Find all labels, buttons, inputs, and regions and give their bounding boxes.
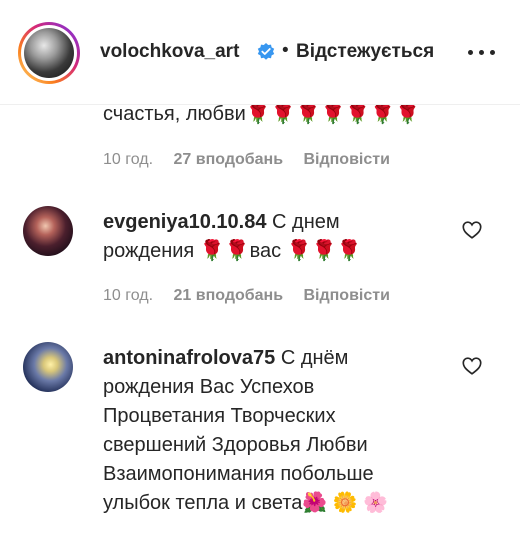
header-separator: • <box>282 40 289 61</box>
post-header: volochkova_art • Відстежується <box>0 0 520 105</box>
comment-2-time[interactable]: 10 год. <box>103 287 153 304</box>
comment-1-likes[interactable]: 27 вподобань <box>174 151 284 168</box>
comment-2-meta: 10 год. 21 вподобань Відповісти <box>103 287 406 305</box>
author-username[interactable]: volochkova_art <box>100 41 239 63</box>
follow-status-button[interactable]: Відстежується <box>296 41 434 63</box>
comment-2-text: evgeniya10.10.84 С днем рождения 🌹🌹вас 🌹… <box>103 208 361 266</box>
comment-3-avatar[interactable] <box>23 342 73 392</box>
comment-2-text-line1: С днем <box>272 211 340 233</box>
comment-3-text: antoninafrolova75 С днём рождения Вас Ус… <box>103 344 388 518</box>
comment-3-username[interactable]: antoninafrolova75 <box>103 347 275 369</box>
comment-3-text-line2: рождения Вас Успехов <box>103 376 315 398</box>
comment-3-text-line6: улыбок тепла и света🌺 🌼 🌸 <box>103 492 389 514</box>
author-avatar-image <box>24 28 74 78</box>
comment-3-text-line4: свершений Здоровья Любви <box>103 434 368 456</box>
comment-3-text-line1: С днём <box>280 347 349 369</box>
comment-2-avatar[interactable] <box>23 206 73 256</box>
comment-1-reply-button[interactable]: Відповісти <box>303 151 389 168</box>
verified-badge-icon <box>257 43 275 60</box>
comment-3-text-line3: Процветания Творческих <box>103 405 336 427</box>
comment-3-text-line5: Взаимопонимания побольше <box>103 463 374 485</box>
comment-1-time[interactable]: 10 год. <box>103 151 153 168</box>
more-options-icon[interactable] <box>468 47 498 57</box>
comment-2-username[interactable]: evgeniya10.10.84 <box>103 211 266 233</box>
comment-1-meta: 10 год. 27 вподобань Відповісти <box>103 151 406 169</box>
author-avatar[interactable] <box>18 22 80 84</box>
comment-2-reply-button[interactable]: Відповісти <box>303 287 389 304</box>
comment-2-text-line2: рождения 🌹🌹вас 🌹🌹🌹 <box>103 240 362 262</box>
comment-2-likes[interactable]: 21 вподобань <box>174 287 284 304</box>
comment-3-like-heart-icon[interactable] <box>461 355 483 377</box>
comment-2-like-heart-icon[interactable] <box>461 219 483 241</box>
